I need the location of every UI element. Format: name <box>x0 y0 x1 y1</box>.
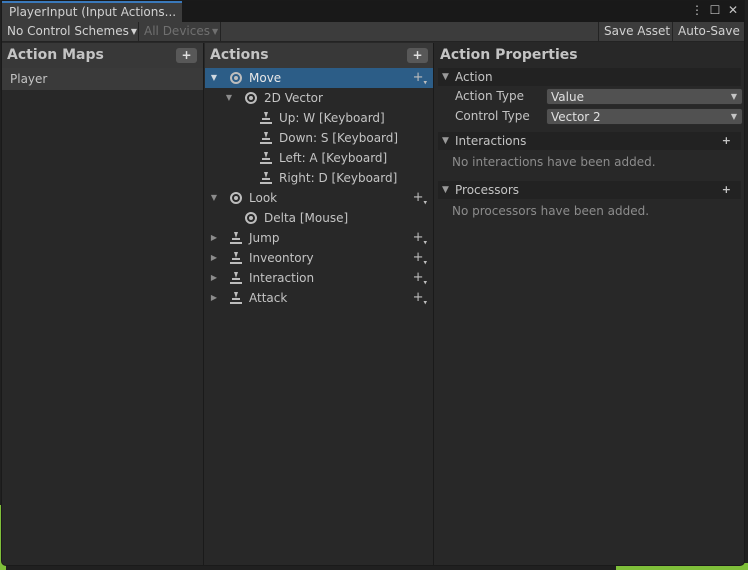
action-maps-panel: Action Maps + Player <box>2 43 204 565</box>
auto-save-toggle[interactable]: Auto-Save <box>672 22 744 42</box>
expanded-arrow-icon[interactable]: ▼ <box>224 88 234 108</box>
binding-row[interactable]: Left: A [Keyboard] <box>205 148 433 168</box>
binding-icon <box>260 112 272 124</box>
add-action-button[interactable]: + <box>407 48 428 63</box>
expanded-arrow-icon[interactable]: ▼ <box>209 68 219 88</box>
collapsed-arrow-icon[interactable]: ▶ <box>209 288 219 308</box>
actions-title: Actions <box>210 47 269 63</box>
expanded-arrow-icon[interactable]: ▼ <box>209 188 219 208</box>
action-row[interactable]: ▶ Jump +▾ <box>205 228 433 248</box>
processors-section-header[interactable]: ▼ Processors + <box>438 181 741 199</box>
action-row[interactable]: ▼ Look +▾ <box>205 188 433 208</box>
collapsed-arrow-icon[interactable]: ▶ <box>209 228 219 248</box>
action-maps-title: Action Maps <box>7 47 104 63</box>
add-action-map-button[interactable]: + <box>176 48 197 63</box>
action-row-label: Inveontory <box>249 251 314 265</box>
action-icon <box>230 192 242 204</box>
actions-header: Actions + <box>205 43 433 68</box>
action-row[interactable]: Delta [Mouse] <box>205 208 433 228</box>
action-row-label: Up: W [Keyboard] <box>279 111 385 125</box>
add-interaction-button[interactable]: + <box>722 132 731 150</box>
control-type-row: Control Type Vector 2 ▼ <box>435 106 744 126</box>
interactions-empty-message: No interactions have been added. <box>452 155 656 169</box>
binding-icon <box>260 172 272 184</box>
devices-label: All Devices <box>144 24 210 38</box>
control-scheme-label: No Control Schemes <box>7 24 129 38</box>
processors-empty-message: No processors have been added. <box>452 204 650 218</box>
action-row-label: Attack <box>249 291 288 305</box>
interactions-section-header[interactable]: ▼ Interactions + <box>438 132 741 150</box>
action-row-label: Interaction <box>249 271 315 285</box>
action-properties-header: Action Properties <box>435 43 744 68</box>
action-row[interactable]: ▼ Move +▾ <box>205 68 433 88</box>
control-type-dropdown[interactable]: Vector 2 ▼ <box>546 108 743 125</box>
chevron-down-icon: ▼ <box>730 92 737 101</box>
binding-icon <box>230 292 242 304</box>
action-section-header[interactable]: ▼ Action <box>438 68 741 86</box>
action-icon <box>245 92 257 104</box>
title-bar-icons: ⋮ ☐ ✕ <box>690 3 740 17</box>
action-row-label: Delta [Mouse] <box>264 211 349 225</box>
binding-icon <box>230 232 242 244</box>
kebab-menu-icon[interactable]: ⋮ <box>690 3 704 17</box>
close-icon[interactable]: ✕ <box>726 3 740 17</box>
chevron-down-icon: ▼ <box>211 27 219 36</box>
add-binding-icon[interactable]: +▾ <box>413 288 427 313</box>
input-actions-window: PlayerInput (Input Actions... ⋮ ☐ ✕ No C… <box>1 0 745 566</box>
chevron-down-icon: ▼ <box>730 112 737 121</box>
actions-tree: ▼ Move +▾ ▼ 2D Vector Up: W [Keyboard] Down: S… <box>205 68 433 308</box>
binding-icon <box>260 132 272 144</box>
collapsed-arrow-icon[interactable]: ▶ <box>209 248 219 268</box>
add-processor-button[interactable]: + <box>722 181 731 199</box>
action-type-row: Action Type Value ▼ <box>435 86 744 106</box>
action-type-label: Action Type <box>455 89 524 103</box>
maximize-icon[interactable]: ☐ <box>708 3 722 17</box>
action-maps-header: Action Maps + <box>2 43 203 68</box>
action-type-dropdown[interactable]: Value ▼ <box>546 88 743 105</box>
action-row-label: Jump <box>249 231 280 245</box>
binding-icon <box>260 152 272 164</box>
binding-row[interactable]: Right: D [Keyboard] <box>205 168 433 188</box>
action-row-label: Move <box>249 71 282 85</box>
control-type-value: Vector 2 <box>551 110 601 124</box>
action-row-label: Left: A [Keyboard] <box>279 151 388 165</box>
actions-panel: Actions + ▼ Move +▾ ▼ 2D Vector Up: W [Keyboa… <box>205 43 434 565</box>
action-section-title: Action <box>455 70 493 84</box>
action-type-value: Value <box>551 90 584 104</box>
action-row-label: Down: S [Keyboard] <box>279 131 399 145</box>
action-icon <box>245 212 257 224</box>
devices-dropdown[interactable]: All Devices ▼ <box>139 22 221 42</box>
action-properties-panel: Action Properties ▼ Action Action Type V… <box>435 43 744 565</box>
binding-icon <box>230 272 242 284</box>
action-map-label: Player <box>10 72 48 86</box>
action-row[interactable]: ▶ Attack +▾ <box>205 288 433 308</box>
binding-row[interactable]: Up: W [Keyboard] <box>205 108 433 128</box>
action-properties-title: Action Properties <box>440 47 578 63</box>
action-icon <box>230 72 242 84</box>
interactions-section-title: Interactions <box>455 134 527 148</box>
collapsed-arrow-icon[interactable]: ▶ <box>209 268 219 288</box>
toolbar: No Control Schemes ▼ All Devices ▼ Save As… <box>2 22 744 42</box>
save-asset-button[interactable]: Save Asset <box>598 22 672 42</box>
foldout-arrow-icon: ▼ <box>442 72 449 82</box>
binding-row[interactable]: Down: S [Keyboard] <box>205 128 433 148</box>
action-row-label: Look <box>249 191 278 205</box>
foldout-arrow-icon: ▼ <box>442 185 449 195</box>
action-row[interactable]: ▼ 2D Vector <box>205 88 433 108</box>
action-row-label: 2D Vector <box>264 91 323 105</box>
action-map-item-player[interactable]: Player <box>2 68 203 90</box>
control-type-label: Control Type <box>455 109 530 123</box>
action-row[interactable]: ▶ Inveontory +▾ <box>205 248 433 268</box>
foldout-arrow-icon: ▼ <box>442 136 449 146</box>
action-row[interactable]: ▶ Interaction +▾ <box>205 268 433 288</box>
window-tab[interactable]: PlayerInput (Input Actions... <box>2 1 182 22</box>
control-scheme-dropdown[interactable]: No Control Schemes ▼ <box>2 22 139 42</box>
binding-icon <box>230 252 242 264</box>
title-bar: PlayerInput (Input Actions... ⋮ ☐ ✕ <box>2 1 744 22</box>
processors-section-title: Processors <box>455 183 520 197</box>
chevron-down-icon: ▼ <box>130 27 138 36</box>
action-row-label: Right: D [Keyboard] <box>279 171 398 185</box>
